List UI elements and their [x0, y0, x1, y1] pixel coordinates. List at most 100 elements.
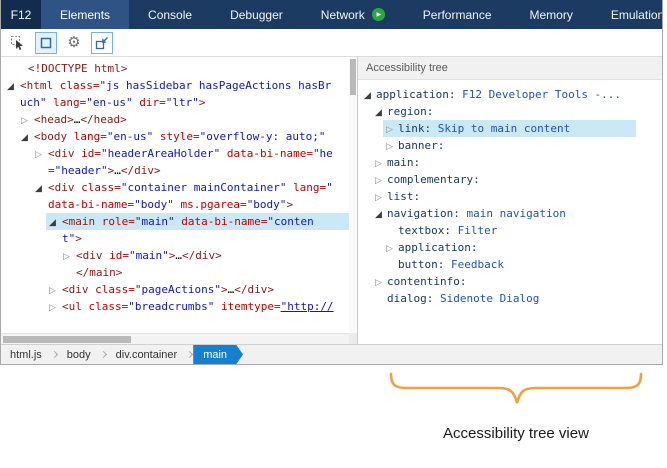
- dom-tree-row[interactable]: ="header">…</div>: [1, 162, 349, 179]
- tab-memory[interactable]: Memory: [511, 0, 592, 29]
- a11y-role: link:: [398, 122, 432, 135]
- code-token: "en-us": [106, 130, 160, 143]
- dom-tree-row[interactable]: t">: [1, 230, 349, 247]
- a11y-role: application:: [398, 241, 478, 254]
- code-token: "main": [129, 249, 169, 262]
- code-token: class=: [59, 79, 100, 92]
- code-token: "he: [312, 147, 333, 160]
- breadcrumb-separator-icon: [186, 350, 194, 359]
- dom-explorer-panel: <!DOCTYPE html> ◢ <html class="js hasSideb…: [1, 57, 357, 344]
- code-token: "header": [54, 164, 108, 177]
- tab-emulation[interactable]: Emulation: [592, 0, 662, 29]
- dom-tree-row[interactable]: ▷ <div class="pageActions">…</div>: [1, 281, 349, 298]
- code-token: data-bi-name=: [48, 198, 135, 211]
- expand-arrow-icon[interactable]: ◢: [21, 130, 34, 147]
- dom-highlight-toggle-button[interactable]: [91, 31, 113, 54]
- gear-icon: ⚙: [67, 33, 81, 51]
- dom-tree-row[interactable]: ◢ <div class="container mainContainer" la…: [1, 179, 349, 196]
- tab-debugger[interactable]: Debugger: [211, 0, 302, 29]
- tab-console[interactable]: Console: [129, 0, 211, 29]
- accessibility-tree-row[interactable]: ▷ contentinfo:: [358, 273, 662, 290]
- code-token: "headerAreaHolder": [101, 147, 227, 160]
- dom-tree-row[interactable]: ▷ <div id="main">…</div>: [1, 247, 349, 264]
- a11y-value: Filter: [457, 224, 498, 237]
- code-token: <div: [48, 147, 82, 160]
- tab-label: Network: [320, 7, 365, 22]
- code-token: "js hasSidebar hasPageActions hasBr: [99, 79, 332, 92]
- collapse-arrow-icon[interactable]: ▷: [49, 300, 62, 317]
- accessibility-tree-row[interactable]: ▷ complementary:: [358, 171, 662, 188]
- dom-tree-row[interactable]: ◢ <main role="main" data-bi-name="conten: [1, 213, 349, 230]
- code-token: "en-us": [86, 96, 140, 109]
- breadcrumb-item-body[interactable]: body: [58, 349, 100, 361]
- accessibility-tree: ◢ application: F12 Developer Tools -... ◢ r…: [358, 86, 662, 307]
- dom-tree-row[interactable]: ▷ <div id="headerAreaHolder" data-bi-name…: [1, 145, 349, 162]
- tab-elements[interactable]: Elements: [41, 0, 130, 29]
- select-element-icon: [11, 35, 23, 50]
- accessibility-tree-row[interactable]: ▷ list:: [358, 188, 662, 205]
- tab-label: Emulation: [610, 7, 662, 22]
- code-token: </main>: [76, 266, 123, 279]
- code-token: </div>: [120, 164, 161, 177]
- breadcrumb-bar: html.js body div.container main: [1, 344, 662, 364]
- tab-bar: F12 Elements Console Debugger Network ▶ Perfo…: [1, 0, 662, 29]
- breadcrumb-item-main[interactable]: main: [193, 345, 243, 365]
- highlight-elements-button[interactable]: [35, 31, 57, 54]
- highlight-elements-icon: [40, 37, 52, 48]
- accessibility-panel-header: Accessibility tree: [358, 57, 662, 80]
- accessibility-tree-row[interactable]: ▷ application:: [358, 239, 662, 256]
- code-token: "http://: [280, 300, 334, 313]
- accessibility-panel: Accessibility tree ◢ application: F12 Dev…: [358, 57, 662, 344]
- horizontal-scrollbar[interactable]: [1, 333, 349, 344]
- vertical-scrollbar[interactable]: [349, 57, 357, 333]
- vertical-scrollbar-thumb[interactable]: [350, 59, 356, 95]
- code-token: >: [286, 198, 294, 211]
- f12-label: F12: [10, 7, 32, 22]
- code-token: ": [326, 181, 333, 194]
- a11y-value: Skip to main content: [437, 122, 571, 135]
- accessibility-tree-row[interactable]: ▷ link: Skip to main content: [358, 120, 662, 137]
- dom-tree-row[interactable]: ◢ <html class="js hasSidebar hasPageActio…: [1, 77, 349, 94]
- code-token: t": [62, 232, 76, 245]
- tab-performance[interactable]: Performance: [404, 0, 511, 29]
- tab-strip: Elements Console Debugger Network ▶ Performan…: [41, 0, 662, 29]
- code-token: lang=: [73, 130, 107, 143]
- code-token: </div>: [234, 283, 274, 296]
- code-token: role=: [101, 215, 135, 228]
- horizontal-scrollbar-thumb[interactable]: [3, 336, 131, 343]
- code-token: lang=: [293, 181, 327, 194]
- accessibility-tree-row[interactable]: button: Feedback: [358, 256, 662, 273]
- accessibility-tree-row[interactable]: dialog: Sidenote Dialog: [358, 290, 662, 307]
- accessibility-tree-row[interactable]: ◢ region:: [358, 103, 662, 120]
- accessibility-tree-row[interactable]: ▷ main:: [358, 154, 662, 171]
- dom-tree-row[interactable]: data-bi-name="body" ms.pgarea="body">: [1, 196, 349, 213]
- dom-tree-row[interactable]: <!DOCTYPE html>: [1, 60, 349, 77]
- f12-devtools-window: F12 Elements Console Debugger Network ▶ Perfo…: [0, 0, 663, 365]
- code-token: class=: [95, 283, 135, 296]
- a11y-role: banner:: [398, 139, 445, 152]
- dom-tree-row[interactable]: uch" lang="en-us" dir="ltr">: [1, 94, 349, 111]
- dom-tree-row[interactable]: </main>: [1, 264, 349, 281]
- f12-menu-button[interactable]: F12: [1, 0, 41, 29]
- code-token: <ul: [62, 300, 89, 313]
- code-token: "container mainContainer": [120, 181, 294, 194]
- network-play-icon: ▶: [371, 8, 385, 21]
- settings-gear-button[interactable]: ⚙: [63, 32, 85, 54]
- accessibility-tree-row[interactable]: ◢ application: F12 Developer Tools -...: [358, 86, 662, 103]
- accessibility-tree-row[interactable]: textbox: Filter: [358, 222, 662, 239]
- a11y-value: Sidenote Dialog: [439, 292, 540, 305]
- breadcrumb-item-div-container[interactable]: div.container: [107, 349, 187, 361]
- accessibility-tree-row[interactable]: ▷ banner:: [358, 137, 662, 154]
- dom-tree-row[interactable]: ▷ <ul class="breadcrumbs" itemtype="http:…: [1, 298, 349, 315]
- tab-label: Console: [148, 7, 193, 22]
- code-token: </div>: [182, 249, 222, 262]
- select-element-button[interactable]: [7, 32, 29, 54]
- dom-tree-row[interactable]: ◢ <body lang="en-us" style="overflow-y: a…: [1, 128, 349, 145]
- dom-tree-row[interactable]: ▷ <head>…</head>: [1, 111, 349, 128]
- tab-network[interactable]: Network ▶: [302, 0, 404, 29]
- code-token: id=: [109, 249, 129, 262]
- breadcrumb-item-html-js[interactable]: html.js: [1, 349, 51, 361]
- code-token: "main": [134, 215, 182, 228]
- accessibility-panel-title: Accessibility tree: [366, 62, 448, 74]
- accessibility-tree-row[interactable]: ◢ navigation: main navigation: [358, 205, 662, 222]
